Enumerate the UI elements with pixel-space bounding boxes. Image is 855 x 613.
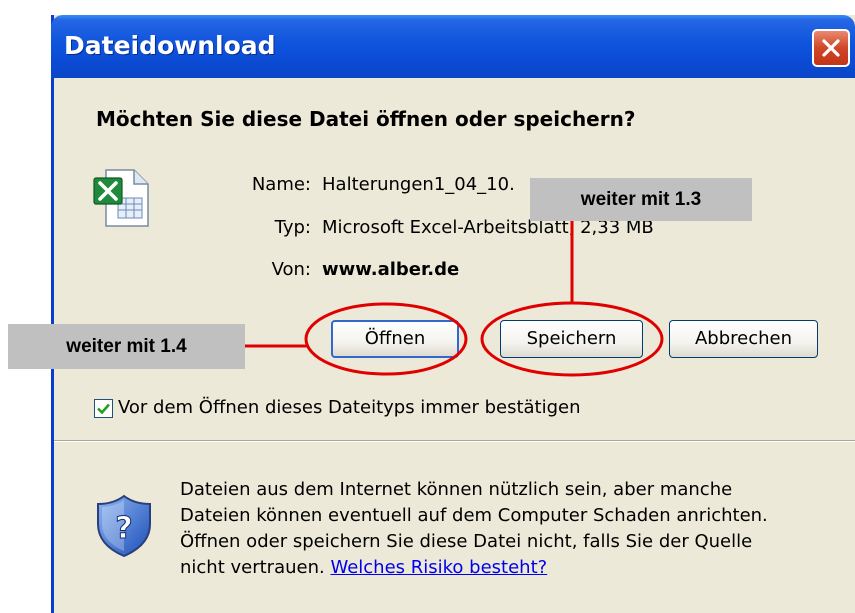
save-callout-label: weiter mit 1.3 (530, 178, 752, 221)
open-callout-label: weiter mit 1.4 (8, 324, 245, 369)
open-highlight-ellipse (304, 302, 468, 376)
save-highlight-ellipse (480, 301, 664, 377)
annotation-overlay (245, 220, 664, 377)
